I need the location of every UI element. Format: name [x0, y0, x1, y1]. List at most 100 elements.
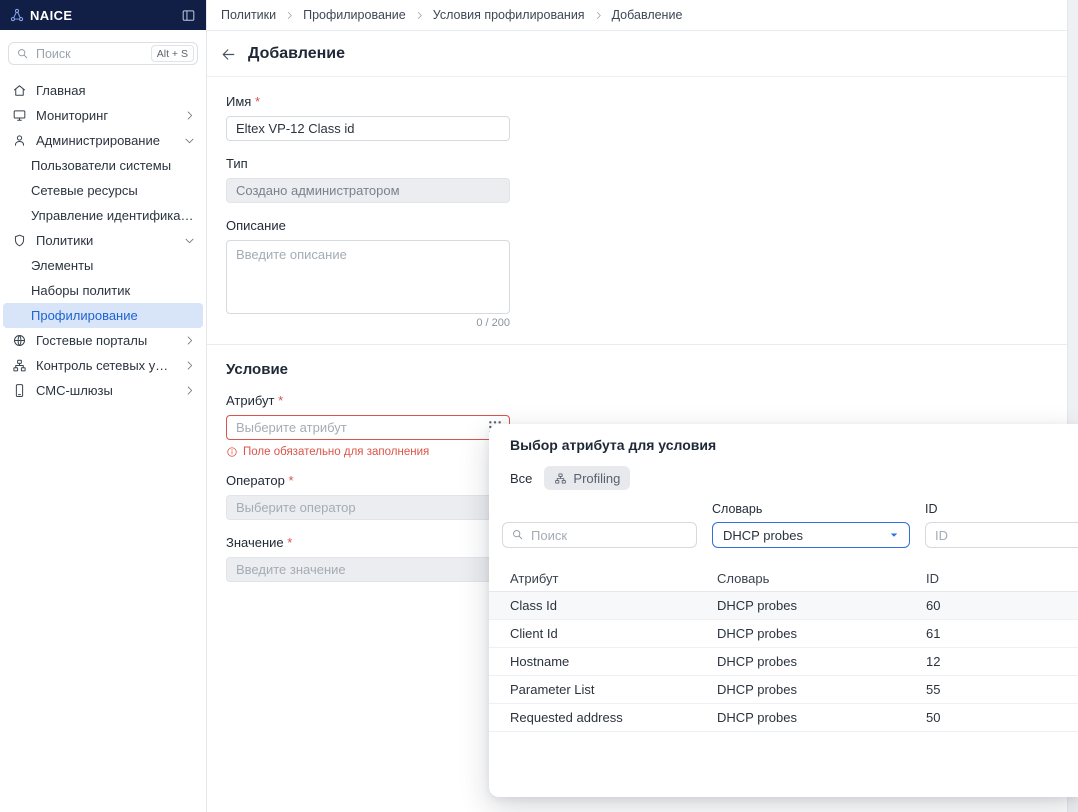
globe-icon — [12, 333, 27, 348]
chevron-down-icon — [183, 234, 196, 247]
cell-dictionary: DHCP probes — [717, 654, 926, 669]
sidebar-item-label: Элементы — [31, 258, 196, 273]
chevron-right-icon — [183, 109, 196, 122]
app-root: NAICE Alt + S Главная Мониторинг — [0, 0, 1078, 812]
sidebar-item-label: Профилирование — [31, 308, 193, 323]
operator-input — [226, 495, 510, 520]
cell-id: 61 — [926, 626, 1078, 641]
required-mark: * — [288, 473, 293, 488]
search-icon — [16, 47, 29, 60]
sidebar-header: NAICE — [0, 0, 206, 30]
collapse-sidebar-icon — [181, 8, 196, 23]
type-label: Тип — [226, 156, 1067, 171]
description-field: Описание 0 / 200 — [226, 218, 1067, 329]
dictionary-select[interactable]: DHCP probes — [712, 522, 910, 548]
chevron-right-icon — [183, 334, 196, 347]
required-mark: * — [255, 94, 260, 109]
breadcrumb-link-profiling[interactable]: Профилирование — [303, 8, 406, 22]
sidebar-item-guest-portals[interactable]: Гостевые порталы — [0, 328, 206, 353]
tab-all[interactable]: Все — [510, 471, 532, 486]
modal-search-input[interactable] — [502, 522, 697, 548]
id-filter-input[interactable] — [925, 522, 1078, 548]
table-row[interactable]: Requested address DHCP probes 50 — [489, 704, 1078, 732]
search-icon — [511, 528, 524, 541]
chevron-down-icon — [183, 134, 196, 147]
sidebar-item-policies[interactable]: Политики — [0, 228, 206, 253]
cell-attribute: Requested address — [510, 710, 717, 725]
breadcrumb-separator-icon — [414, 10, 425, 21]
cell-attribute: Class Id — [510, 598, 717, 613]
modal-search — [502, 522, 697, 548]
sidebar-item-label: Пользователи системы — [31, 158, 196, 173]
sidebar-nav: Главная Мониторинг Администрирование Пол… — [0, 78, 206, 403]
phone-icon — [12, 383, 27, 398]
sidebar-item-identity-management[interactable]: Управление идентификацией — [0, 203, 206, 228]
column-header-id: ID — [926, 571, 1078, 586]
back-button[interactable] — [220, 46, 237, 63]
attributes-table: Атрибут Словарь ID Class Id DHCP probes … — [489, 565, 1078, 732]
attribute-label: Атрибут * — [226, 393, 1067, 408]
sidebar-item-administration[interactable]: Администрирование — [0, 128, 206, 153]
table-row[interactable]: Class Id DHCP probes 60 — [489, 592, 1078, 620]
dictionary-label: Словарь — [712, 502, 910, 516]
modal-filters: Словарь DHCP probes ID — [502, 502, 1078, 548]
page-header: Добавление — [207, 31, 1067, 77]
cell-attribute: Parameter List — [510, 682, 717, 697]
breadcrumb-current: Добавление — [612, 8, 683, 22]
tab-profiling[interactable]: Profiling — [544, 466, 630, 490]
breadcrumb-link-policies[interactable]: Политики — [221, 8, 276, 22]
sidebar-item-system-users[interactable]: Пользователи системы — [0, 153, 206, 178]
sidebar-item-network-device-control[interactable]: Контроль сетевых устро... — [0, 353, 206, 378]
user-icon — [12, 133, 27, 148]
sidebar-item-label: Главная — [36, 83, 196, 98]
sidebar-item-label: СМС-шлюзы — [36, 383, 174, 398]
page-title: Добавление — [248, 45, 345, 63]
dictionary-filter: Словарь DHCP probes — [712, 502, 910, 548]
required-mark: * — [278, 393, 283, 408]
cell-id: 60 — [926, 598, 1078, 613]
char-counter: 0 / 200 — [226, 317, 510, 329]
cell-dictionary: DHCP probes — [717, 710, 926, 725]
sidebar-item-monitoring[interactable]: Мониторинг — [0, 103, 206, 128]
name-input[interactable] — [226, 116, 510, 141]
breadcrumb-separator-icon — [284, 10, 295, 21]
description-textarea[interactable] — [226, 240, 510, 314]
cell-dictionary: DHCP probes — [717, 626, 926, 641]
cell-dictionary: DHCP probes — [717, 598, 926, 613]
required-mark: * — [287, 535, 292, 550]
table-row[interactable]: Hostname DHCP probes 12 — [489, 648, 1078, 676]
sidebar-item-sms-gateways[interactable]: СМС-шлюзы — [0, 378, 206, 403]
home-icon — [12, 83, 27, 98]
sitemap-icon — [12, 358, 27, 373]
sidebar-collapse-button[interactable] — [181, 8, 196, 23]
logo-icon — [10, 8, 24, 22]
sidebar-item-label: Мониторинг — [36, 108, 174, 123]
sidebar-item-elements[interactable]: Элементы — [0, 253, 206, 278]
cell-dictionary: DHCP probes — [717, 682, 926, 697]
breadcrumb: Политики Профилирование Условия профилир… — [207, 0, 1067, 31]
attribute-picker-modal: Выбор атрибута для условия Все Profiling… — [489, 424, 1078, 797]
sidebar-item-profiling[interactable]: Профилирование — [3, 303, 203, 328]
table-row[interactable]: Parameter List DHCP probes 55 — [489, 676, 1078, 704]
sidebar-item-network-resources[interactable]: Сетевые ресурсы — [0, 178, 206, 203]
sidebar-item-home[interactable]: Главная — [0, 78, 206, 103]
section-divider — [207, 344, 1067, 345]
type-field: Тип — [226, 156, 1067, 203]
sidebar-item-label: Контроль сетевых устро... — [36, 358, 174, 373]
sidebar-item-policy-sets[interactable]: Наборы политик — [0, 278, 206, 303]
app-logo: NAICE — [10, 8, 72, 23]
modal-title: Выбор атрибута для условия — [510, 437, 1078, 453]
attribute-input[interactable] — [226, 415, 510, 440]
sidebar-item-label: Наборы политик — [31, 283, 196, 298]
type-input — [226, 178, 510, 203]
name-field: Имя * — [226, 94, 1067, 141]
chevron-right-icon — [183, 359, 196, 372]
shield-icon — [12, 233, 27, 248]
table-row[interactable]: Client Id DHCP probes 61 — [489, 620, 1078, 648]
sidebar: NAICE Alt + S Главная Мониторинг — [0, 0, 207, 812]
monitor-icon — [12, 108, 27, 123]
sidebar-item-label: Администрирование — [36, 133, 174, 148]
breadcrumb-link-profiling-conditions[interactable]: Условия профилирования — [433, 8, 585, 22]
column-header-attribute: Атрибут — [510, 571, 717, 586]
sidebar-item-label: Политики — [36, 233, 174, 248]
